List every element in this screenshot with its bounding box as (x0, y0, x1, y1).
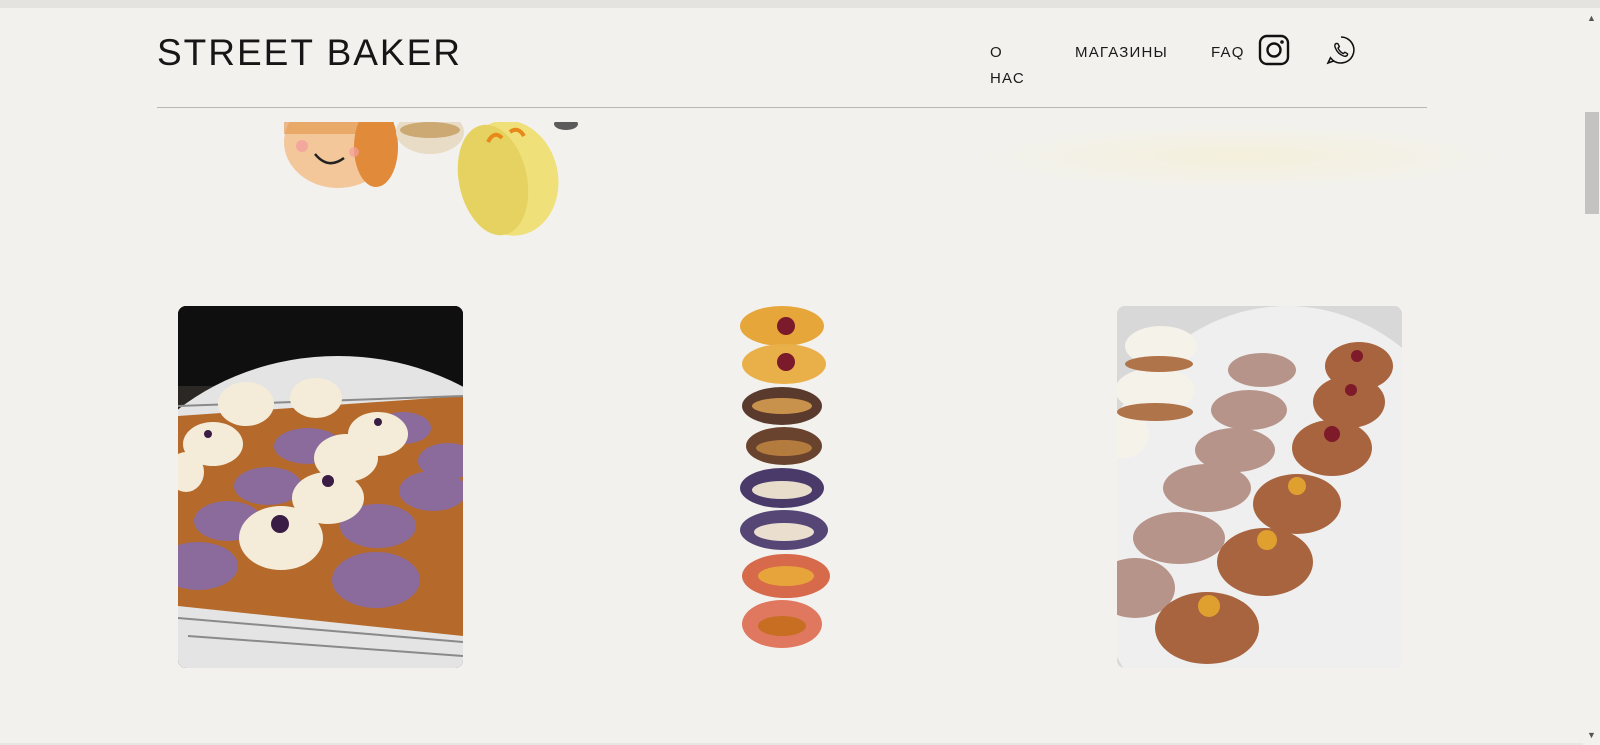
browser-top-edge (0, 0, 1600, 8)
gallery-image-chocolate-macarons[interactable] (1117, 306, 1402, 668)
site-header: STREET BAKER О НАС МАГАЗИНЫ FAQ (157, 8, 1427, 108)
nav-link-faq[interactable]: FAQ (1211, 40, 1245, 66)
gallery-image-macaron-stack[interactable] (738, 306, 842, 668)
scroll-down-arrow-icon[interactable]: ▼ (1587, 730, 1596, 740)
nav-link-about[interactable]: О НАС (990, 40, 1030, 92)
hero-glow-decoration (960, 122, 1520, 192)
scroll-up-arrow-icon[interactable]: ▲ (1587, 13, 1596, 23)
instagram-icon[interactable] (1258, 34, 1290, 66)
whatsapp-phone-icon[interactable] (1325, 34, 1357, 66)
scrollbar-thumb[interactable] (1585, 112, 1599, 214)
brand-logo[interactable]: STREET BAKER (157, 32, 462, 74)
vertical-scrollbar[interactable]: ▲ ▼ (1583, 8, 1600, 745)
hero-macarons-image (280, 122, 580, 240)
gallery-image-purple-macarons[interactable] (178, 306, 463, 668)
nav-link-shops[interactable]: МАГАЗИНЫ (1075, 40, 1168, 66)
